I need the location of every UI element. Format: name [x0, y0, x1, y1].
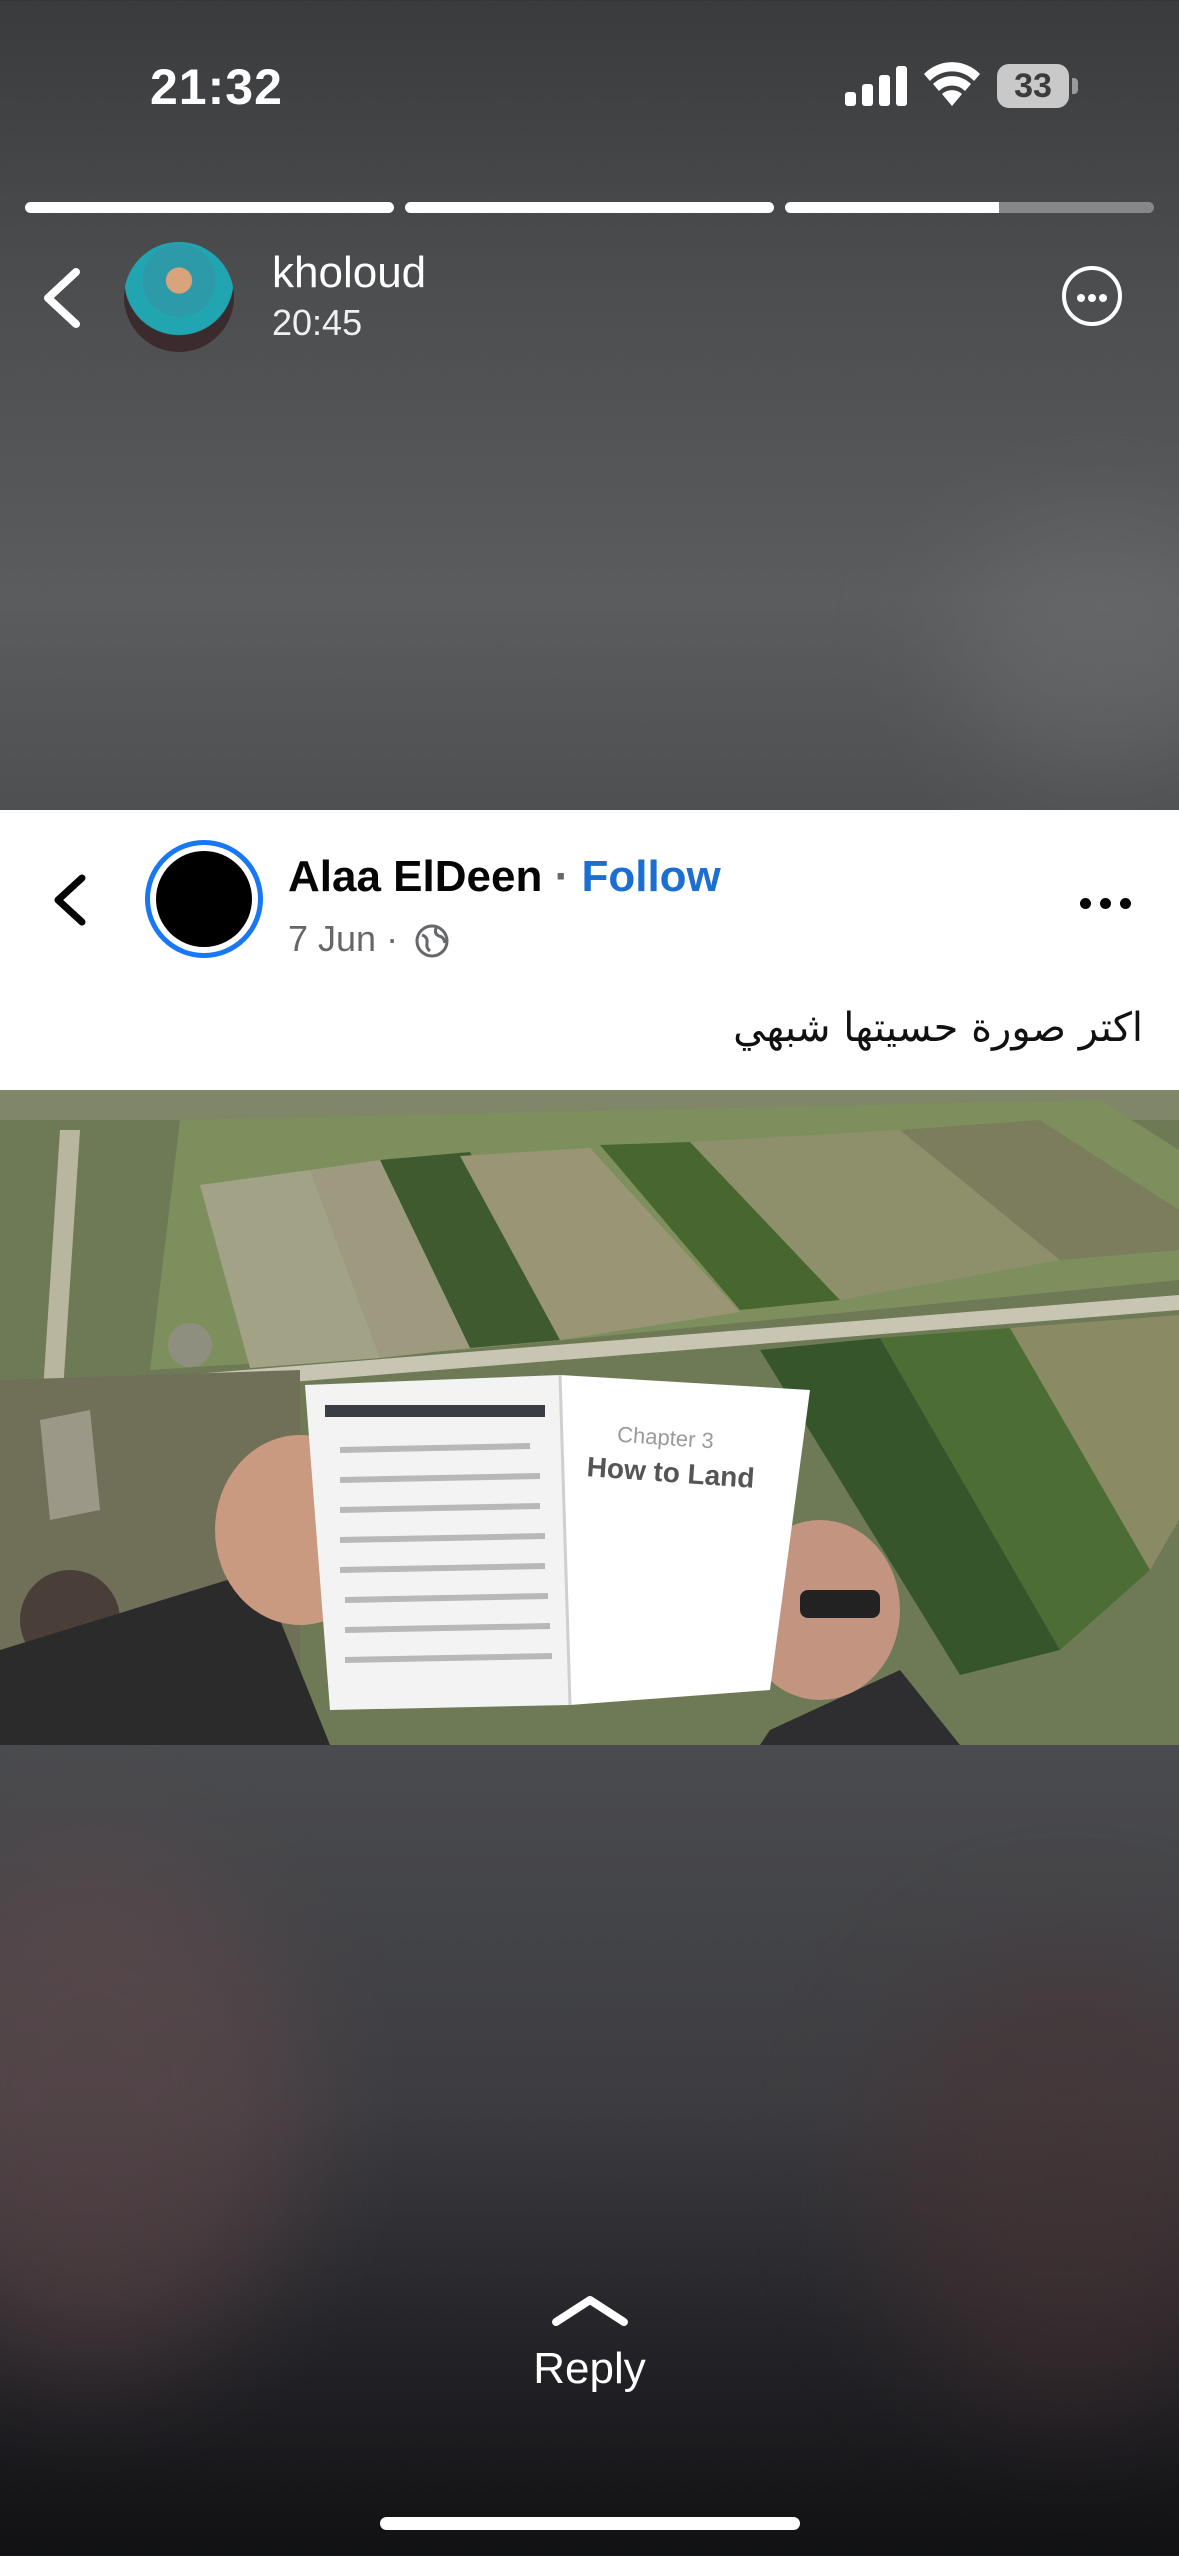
back-chevron-icon[interactable]	[34, 258, 92, 338]
post-author-avatar-image	[156, 851, 252, 947]
post-caption: اكتر صورة حسيتها شبهي	[733, 1005, 1143, 1051]
more-dot	[1088, 294, 1096, 302]
reply-button[interactable]: Reply	[0, 2344, 1179, 2394]
home-indicator[interactable]	[380, 2517, 800, 2530]
globe-icon	[415, 924, 449, 958]
story-avatar[interactable]	[124, 242, 234, 352]
background-blur	[950, 520, 1179, 780]
follow-link: Follow	[581, 852, 721, 901]
battery-icon: 33	[997, 64, 1079, 108]
more-options-icon[interactable]	[1062, 266, 1122, 326]
story-username[interactable]: kholoud	[272, 248, 426, 298]
post-back-chevron-icon	[54, 874, 86, 926]
post-photo: Chapter 3 How to Land	[0, 1090, 1179, 1745]
shared-post[interactable]: Alaa ElDeen · Follow 7 Jun · اكتر صورة ح…	[0, 810, 1179, 1745]
background-blur	[0, 1850, 300, 2370]
post-author-row: Alaa ElDeen · Follow	[288, 852, 721, 902]
story-progress-fill	[25, 202, 394, 213]
status-bar: 21:32 33	[0, 0, 1179, 170]
story-progress-fill	[785, 202, 1000, 213]
story-progress-fill	[405, 202, 774, 213]
story-progress-3	[785, 202, 1154, 213]
battery-level: 33	[997, 64, 1069, 108]
post-more-icon	[1080, 898, 1132, 910]
post-author-avatar	[145, 840, 263, 958]
post-separator: ·	[554, 852, 570, 901]
signal-icon	[845, 66, 907, 106]
story-progress-2	[405, 202, 774, 213]
story-posted-time: 20:45	[272, 302, 363, 343]
battery-cap	[1072, 78, 1078, 94]
post-date-text: 7 Jun ·	[288, 918, 399, 959]
post-date: 7 Jun ·	[288, 918, 450, 960]
wifi-icon	[924, 62, 980, 106]
more-dot	[1077, 294, 1085, 302]
more-dot	[1099, 294, 1107, 302]
background-blur	[880, 1950, 1179, 2410]
post-author-name: Alaa ElDeen	[288, 852, 543, 901]
swipe-up-chevron-icon[interactable]	[550, 2292, 630, 2330]
status-time: 21:32	[150, 59, 283, 115]
story-progress-1	[25, 202, 394, 213]
